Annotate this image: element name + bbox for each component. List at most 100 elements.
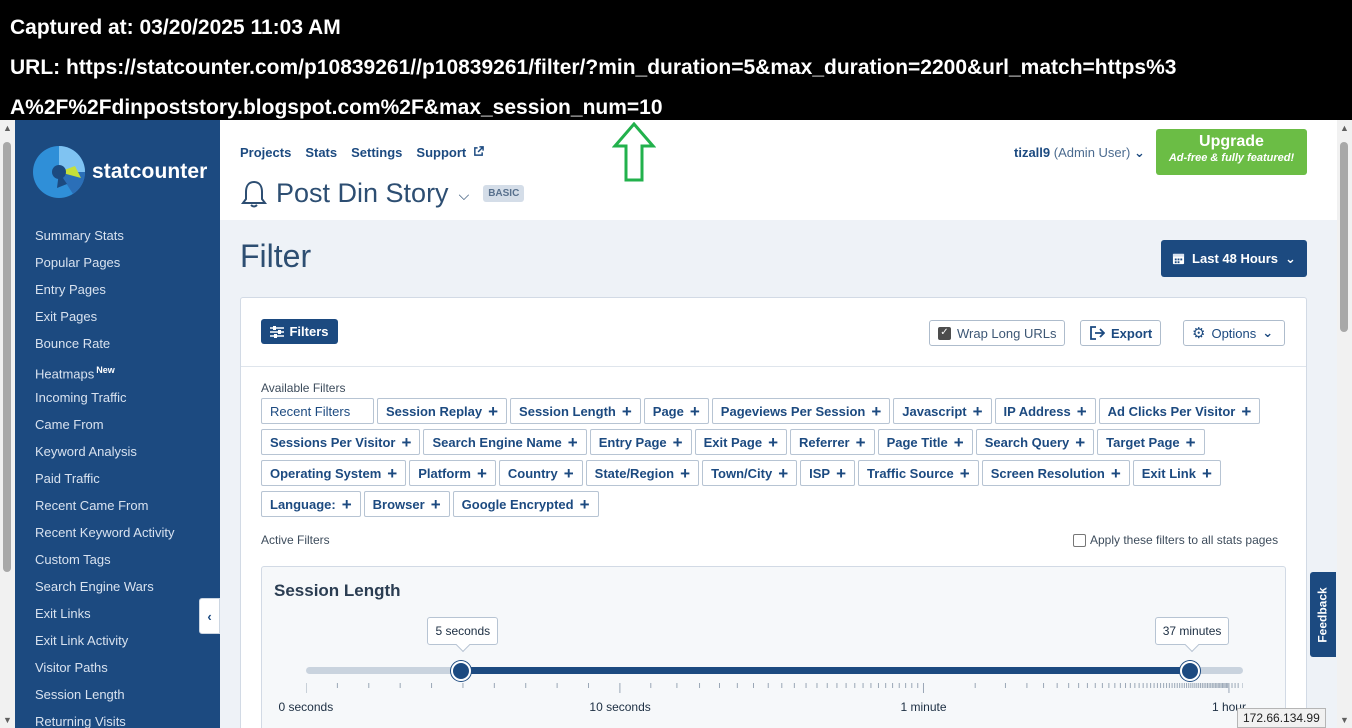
filter-chip-platform[interactable]: Platform +	[409, 460, 496, 486]
sidebar-item-recent-came-from[interactable]: Recent Came From	[35, 492, 174, 519]
filter-chip-label: Search Query	[984, 434, 1070, 450]
sidebar-item-summary-stats[interactable]: Summary Stats	[35, 222, 174, 249]
filter-chip-referrer[interactable]: Referrer +	[790, 429, 875, 455]
filter-chip-traffic-source[interactable]: Traffic Source +	[858, 460, 979, 486]
filter-chip-page-title[interactable]: Page Title +	[877, 429, 973, 455]
filter-chip-ip-address[interactable]: IP Address +	[994, 398, 1096, 424]
sidebar-item-incoming-traffic[interactable]: Incoming Traffic	[35, 384, 174, 411]
right-scrollbar-thumb[interactable]	[1340, 142, 1348, 332]
filter-chip-label: Exit Link	[1141, 465, 1196, 481]
user-menu[interactable]: tizall9 (Admin User) ⌄	[1014, 145, 1145, 161]
nav-settings-link[interactable]: Settings	[351, 145, 402, 160]
upgrade-button[interactable]: Upgrade Ad-free & fully featured!	[1156, 129, 1307, 175]
filter-chip-isp[interactable]: ISP +	[800, 460, 856, 486]
nav-support-link[interactable]: Support	[416, 145, 484, 160]
caption-url-line1: URL: https://statcounter.com/p10839261//…	[10, 56, 1177, 79]
apply-all-pages-toggle[interactable]: Apply these filters to all stats pages	[1073, 533, 1278, 547]
sidebar-item-came-from[interactable]: Came From	[35, 411, 174, 438]
sidebar-item-bounce-rate[interactable]: Bounce Rate	[35, 330, 174, 357]
nav-stats-link[interactable]: Stats	[305, 145, 337, 160]
filter-chip-session-replay[interactable]: Session Replay +	[377, 398, 508, 424]
chevron-down-icon[interactable]: ⌵	[459, 187, 470, 204]
filter-chip-javascript[interactable]: Javascript +	[893, 398, 992, 424]
plus-icon: +	[621, 401, 632, 421]
sidebar-item-paid-traffic[interactable]: Paid Traffic	[35, 465, 174, 492]
sidebar-item-search-engine-wars[interactable]: Search Engine Wars	[35, 573, 174, 600]
left-scrollbar-thumb[interactable]	[3, 142, 11, 572]
apply-all-pages-checkbox[interactable]	[1073, 533, 1086, 547]
sidebar-item-exit-pages[interactable]: Exit Pages	[35, 303, 174, 330]
right-scrollbar[interactable]: ▲ ▼	[1337, 120, 1352, 728]
sidebar-item-custom-tags[interactable]: Custom Tags	[35, 546, 174, 573]
scroll-down-arrow-icon[interactable]: ▼	[2, 715, 13, 725]
filter-chip-country[interactable]: Country +	[498, 460, 583, 486]
wrap-long-urls-toggle[interactable]: ✓ Wrap Long URLs	[929, 320, 1066, 346]
sidebar-item-entry-pages[interactable]: Entry Pages	[35, 276, 174, 303]
min-duration-handle[interactable]	[450, 661, 471, 681]
export-label: Export	[1111, 325, 1153, 341]
sidebar-item-keyword-analysis[interactable]: Keyword Analysis	[35, 438, 174, 465]
statcounter-logo[interactable]: statcounter	[31, 144, 207, 200]
filter-chip-exit-link[interactable]: Exit Link +	[1132, 460, 1221, 486]
filter-chip-exit-page[interactable]: Exit Page +	[694, 429, 788, 455]
plus-icon: +	[672, 432, 683, 452]
filter-chip-operating-system[interactable]: Operating System +	[261, 460, 407, 486]
screen: Captured at: 03/20/2025 11:03 AM URL: ht…	[0, 0, 1352, 728]
filter-chip-pageviews-per-session[interactable]: Pageviews Per Session +	[711, 398, 891, 424]
nav-projects-link[interactable]: Projects	[240, 145, 291, 160]
max-duration-handle[interactable]	[1180, 661, 1201, 681]
bell-icon[interactable]	[240, 179, 268, 209]
plus-icon: +	[401, 432, 412, 452]
filter-chip-google-encrypted[interactable]: Google Encrypted +	[452, 491, 599, 517]
filter-chip-screen-resolution[interactable]: Screen Resolution +	[981, 460, 1130, 486]
sidebar-item-returning-visits[interactable]: Returning Visits	[35, 708, 174, 728]
filter-chip-label: Exit Page	[703, 434, 763, 450]
sidebar-item-visitor-paths[interactable]: Visitor Paths	[35, 654, 174, 681]
scroll-down-arrow-icon[interactable]: ▼	[1339, 715, 1350, 725]
filter-chip-language[interactable]: Language: +	[261, 491, 361, 517]
filter-chip-page[interactable]: Page +	[643, 398, 709, 424]
max-duration-tooltip: 37 minutes	[1154, 617, 1230, 645]
filter-chip-label: Recent Filters	[270, 403, 351, 419]
filter-chip-search-engine-name[interactable]: Search Engine Name +	[423, 429, 587, 455]
plan-badge: BASIC	[483, 185, 525, 202]
sidebar-collapse-button[interactable]: ‹	[199, 598, 220, 634]
options-button[interactable]: ⚙ Options ⌄	[1183, 320, 1285, 346]
filter-chip-recent-filters[interactable]: Recent Filters	[261, 398, 374, 424]
scroll-up-arrow-icon[interactable]: ▲	[1339, 123, 1350, 133]
filter-chip-label: Target Page	[1106, 434, 1180, 450]
sidebar-item-label: Incoming Traffic	[35, 390, 127, 405]
feedback-tab[interactable]: Feedback	[1310, 572, 1336, 657]
sidebar-item-session-length[interactable]: Session Length	[35, 681, 174, 708]
project-name[interactable]: Post Din Story	[276, 178, 449, 209]
sidebar-item-exit-link-activity[interactable]: Exit Link Activity	[35, 627, 174, 654]
filter-chip-session-length[interactable]: Session Length +	[510, 398, 641, 424]
plus-icon: +	[855, 432, 866, 452]
export-button[interactable]: Export	[1080, 320, 1162, 346]
filter-chip-label: ISP	[809, 465, 831, 481]
filter-chip-entry-page[interactable]: Entry Page +	[589, 429, 692, 455]
project-selector[interactable]: Post Din Story ⌵ BASIC	[240, 178, 525, 209]
filter-chip-target-page[interactable]: Target Page +	[1097, 429, 1205, 455]
sidebar-item-recent-keyword-activity[interactable]: Recent Keyword Activity	[35, 519, 174, 546]
sliders-icon	[270, 325, 285, 338]
left-scrollbar[interactable]: ▲ ▼	[0, 120, 15, 728]
sidebar-item-popular-pages[interactable]: Popular Pages	[35, 249, 174, 276]
filter-chip-state-region[interactable]: State/Region +	[585, 460, 700, 486]
feedback-label: Feedback	[1316, 586, 1331, 643]
filter-chip-browser[interactable]: Browser +	[363, 491, 450, 517]
sidebar-item-label: Popular Pages	[35, 255, 121, 270]
filter-chip-ad-clicks-per-visitor[interactable]: Ad Clicks Per Visitor +	[1098, 398, 1261, 424]
filter-row: Operating System + Platform + Country + State/…	[261, 460, 1301, 486]
sidebar-item-heatmaps[interactable]: Heatmaps New	[35, 357, 174, 384]
filter-chip-search-query[interactable]: Search Query +	[975, 429, 1095, 455]
sidebar-item-label: Exit Pages	[35, 309, 98, 324]
filters-button[interactable]: Filters	[261, 319, 338, 344]
scroll-up-arrow-icon[interactable]: ▲	[2, 123, 13, 133]
wrap-long-urls-checkbox[interactable]: ✓	[938, 326, 951, 340]
date-range-button[interactable]: Last 48 Hours ⌄	[1161, 240, 1307, 277]
filter-chip-sessions-per-visitor[interactable]: Sessions Per Visitor +	[261, 429, 421, 455]
brand-name: statcounter	[92, 160, 208, 183]
filter-chip-town-city[interactable]: Town/City +	[702, 460, 798, 486]
sidebar-item-exit-links[interactable]: Exit Links	[35, 600, 174, 627]
